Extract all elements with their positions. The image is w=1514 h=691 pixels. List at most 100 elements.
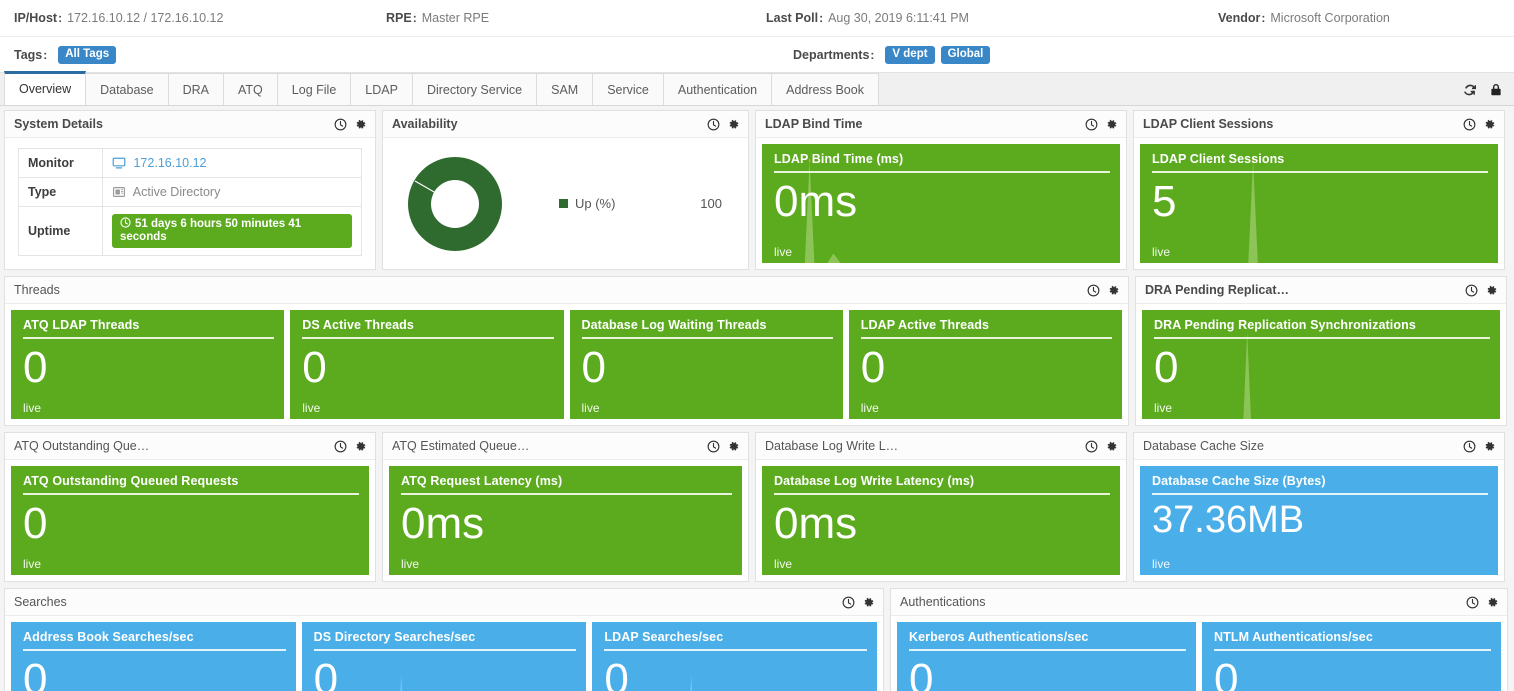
metric-tile-kerberos-authentications[interactable]: Kerberos Authentications/sec 0 live bbox=[897, 622, 1196, 691]
legend-value-up: 100 bbox=[700, 196, 722, 211]
tab-log-file[interactable]: Log File bbox=[276, 73, 352, 105]
department-pill-global[interactable]: Global bbox=[940, 45, 991, 64]
metric-tile-ldap-searches[interactable]: LDAP Searches/sec 0 live bbox=[592, 622, 878, 691]
panel-authentications: Authentications Kerberos Authentications… bbox=[890, 588, 1508, 691]
panel-header: Threads bbox=[5, 277, 1128, 304]
row-value-type: Active Directory bbox=[102, 177, 362, 207]
panel-title-atq-estimated: ATQ Estimated Queue… bbox=[392, 439, 530, 453]
metric-tile-ldap-active-threads[interactable]: LDAP Active Threads 0 live bbox=[848, 310, 1122, 419]
clock-icon[interactable] bbox=[1465, 284, 1478, 297]
gear-icon[interactable] bbox=[1485, 284, 1498, 297]
tile-value: 37.36MB bbox=[1152, 499, 1305, 541]
tab-directory-service[interactable]: Directory Service bbox=[411, 73, 538, 105]
gear-icon[interactable] bbox=[727, 440, 740, 453]
directory-icon bbox=[113, 187, 125, 197]
panel-body: Database Log Write Latency (ms) 0ms live bbox=[756, 460, 1126, 581]
gear-icon[interactable] bbox=[1105, 118, 1118, 131]
tile-value: 0 bbox=[23, 499, 48, 548]
tile-value: 0ms bbox=[774, 177, 858, 226]
tile-live-indicator: live bbox=[774, 245, 793, 259]
refresh-icon[interactable] bbox=[1462, 82, 1478, 98]
metric-tile-ntlm-authentications[interactable]: NTLM Authentications/sec 0 live bbox=[1202, 622, 1501, 691]
gear-icon[interactable] bbox=[1105, 440, 1118, 453]
monitor-link[interactable]: 172.16.10.12 bbox=[133, 156, 206, 170]
availability-donut-chart bbox=[408, 156, 502, 251]
tab-service[interactable]: Service bbox=[592, 73, 664, 105]
gear-icon[interactable] bbox=[354, 440, 367, 453]
lock-icon[interactable] bbox=[1488, 82, 1504, 98]
gear-icon[interactable] bbox=[1483, 440, 1496, 453]
panel-actions bbox=[1085, 118, 1118, 131]
metric-tile-database-cache-size[interactable]: Database Cache Size (Bytes) 37.36MB live bbox=[1140, 466, 1498, 575]
gear-icon[interactable] bbox=[1107, 284, 1120, 297]
metric-tile-database-log-write-latency[interactable]: Database Log Write Latency (ms) 0ms live bbox=[762, 466, 1120, 575]
department-pill-v-dept[interactable]: V dept bbox=[885, 45, 935, 64]
panel-actions bbox=[1463, 440, 1496, 453]
tile-label: Address Book Searches/sec bbox=[23, 630, 286, 651]
ip-host-value: 172.16.10.12 / 172.16.10.12 bbox=[67, 11, 224, 25]
panel-actions bbox=[1463, 118, 1496, 131]
gear-icon[interactable] bbox=[1483, 118, 1496, 131]
clock-icon[interactable] bbox=[1463, 440, 1476, 453]
clock-icon[interactable] bbox=[842, 596, 855, 609]
info-row-primary: IP/Host : 172.16.10.12 / 172.16.10.12 RP… bbox=[0, 0, 1514, 36]
tile-value: 0 bbox=[23, 343, 48, 392]
panel-body: ATQ Outstanding Queued Requests 0 live bbox=[5, 460, 375, 581]
gear-icon[interactable] bbox=[727, 118, 740, 131]
panel-title-atq-outstanding: ATQ Outstanding Que… bbox=[14, 439, 150, 453]
panel-atq-estimated-queue: ATQ Estimated Queue… ATQ Request Latency… bbox=[382, 432, 749, 582]
tag-pill-all-tags[interactable]: All Tags bbox=[58, 45, 117, 64]
tab-authentication[interactable]: Authentication bbox=[662, 73, 773, 105]
metric-tile-database-log-waiting-threads[interactable]: Database Log Waiting Threads 0 live bbox=[569, 310, 843, 419]
clock-icon[interactable] bbox=[1087, 284, 1100, 297]
clock-icon[interactable] bbox=[1085, 118, 1098, 131]
clock-icon[interactable] bbox=[1085, 440, 1098, 453]
tab-database[interactable]: Database bbox=[85, 73, 169, 105]
metric-tile-ds-directory-searches[interactable]: DS Directory Searches/sec 0 live bbox=[301, 622, 587, 691]
metric-tile-atq-request-latency[interactable]: ATQ Request Latency (ms) 0ms live bbox=[389, 466, 742, 575]
tile-live-indicator: live bbox=[1152, 245, 1171, 259]
tile-value: 0 bbox=[581, 343, 606, 392]
panel-actions bbox=[1085, 440, 1118, 453]
tab-bar: Overview Database DRA ATQ Log File LDAP … bbox=[0, 71, 1514, 106]
departments-field: Departments : V dept Global bbox=[793, 45, 991, 64]
tile-live-indicator: live bbox=[23, 557, 42, 571]
metric-tile-atq-outstanding-queued-requests[interactable]: ATQ Outstanding Queued Requests 0 live bbox=[11, 466, 369, 575]
tab-address-book[interactable]: Address Book bbox=[771, 73, 879, 105]
panel-title-db-log-write: Database Log Write L… bbox=[765, 439, 899, 453]
tile-label: ATQ Request Latency (ms) bbox=[401, 474, 732, 495]
metric-tile-ds-active-threads[interactable]: DS Active Threads 0 live bbox=[290, 310, 564, 419]
clock-icon[interactable] bbox=[707, 440, 720, 453]
rpe-label: RPE bbox=[386, 11, 412, 25]
gear-icon[interactable] bbox=[862, 596, 875, 609]
uptime-text: 51 days 6 hours 50 minutes 41 seconds bbox=[120, 218, 302, 243]
row-key-uptime: Uptime bbox=[18, 206, 103, 256]
gear-icon[interactable] bbox=[354, 118, 367, 131]
tile-value: 0 bbox=[1154, 343, 1179, 392]
tab-dra[interactable]: DRA bbox=[167, 73, 225, 105]
panel-atq-outstanding-queue: ATQ Outstanding Que… ATQ Outstanding Que… bbox=[4, 432, 376, 582]
clock-icon[interactable] bbox=[1466, 596, 1479, 609]
panel-title-dra-pending: DRA Pending Replicat… bbox=[1145, 283, 1289, 297]
tile-value: 0 bbox=[860, 343, 886, 392]
tags-label: Tags bbox=[14, 47, 43, 62]
clock-icon[interactable] bbox=[1463, 118, 1476, 131]
panel-actions bbox=[707, 440, 740, 453]
panel-body: ATQ Request Latency (ms) 0ms live bbox=[383, 460, 748, 581]
tab-ldap[interactable]: LDAP bbox=[350, 73, 413, 105]
metric-tile-ldap-bind-time[interactable]: LDAP Bind Time (ms) 0ms live bbox=[762, 144, 1120, 263]
clock-icon[interactable] bbox=[334, 440, 347, 453]
tab-sam[interactable]: SAM bbox=[536, 73, 594, 105]
tile-value: 0 bbox=[23, 655, 48, 691]
tab-atq[interactable]: ATQ bbox=[223, 73, 278, 105]
metric-tile-atq-ldap-threads[interactable]: ATQ LDAP Threads 0 live bbox=[11, 310, 285, 419]
clock-icon[interactable] bbox=[334, 118, 347, 131]
metric-tile-dra-pending-replication[interactable]: DRA Pending Replication Synchronizations… bbox=[1142, 310, 1500, 419]
metric-tile-ldap-client-sessions[interactable]: LDAP Client Sessions 5 live bbox=[1140, 144, 1498, 263]
panel-body: LDAP Client Sessions 5 live bbox=[1134, 138, 1504, 269]
panel-system-details: System Details Monitor 172.16.10.12 Type bbox=[4, 110, 376, 270]
tab-overview[interactable]: Overview bbox=[4, 71, 87, 105]
clock-icon[interactable] bbox=[707, 118, 720, 131]
gear-icon[interactable] bbox=[1486, 596, 1499, 609]
metric-tile-address-book-searches[interactable]: Address Book Searches/sec 0 live bbox=[11, 622, 296, 691]
